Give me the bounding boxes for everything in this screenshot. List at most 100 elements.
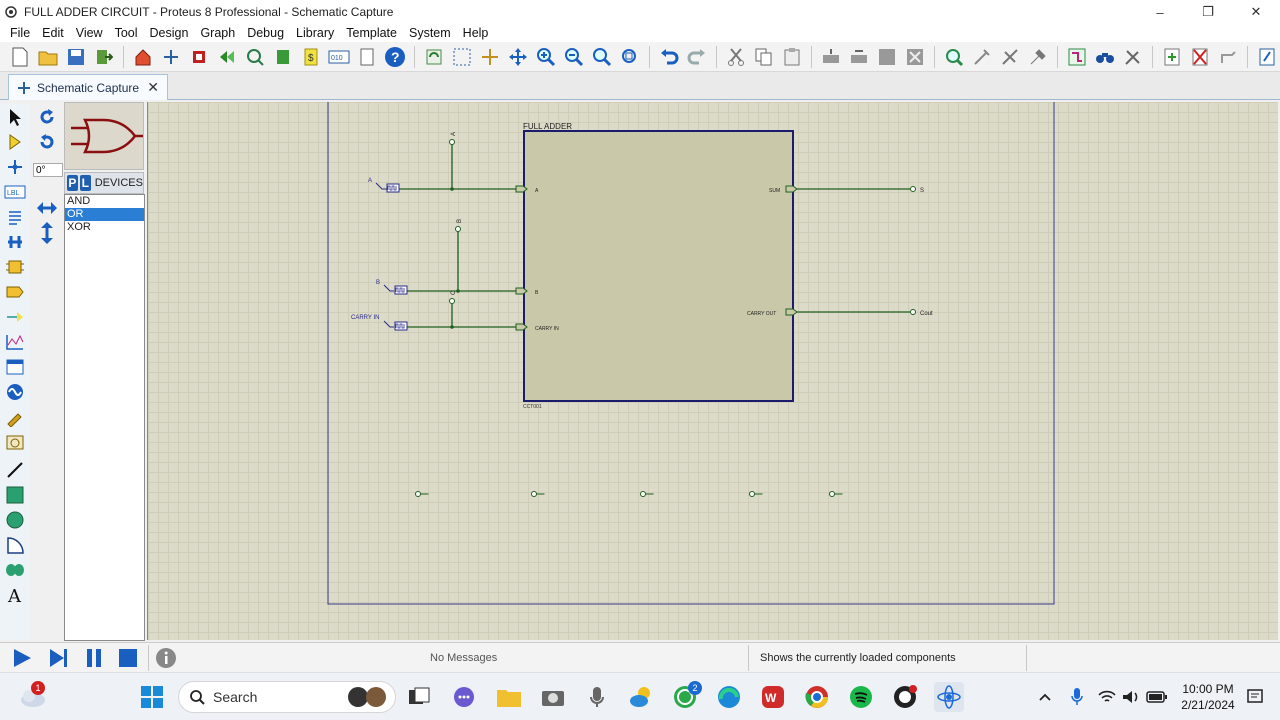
arc-mode-icon[interactable] [1,533,29,557]
source-code-icon[interactable]: 010 [327,45,351,69]
pick-device-icon[interactable] [942,45,966,69]
show-hidden-icons[interactable] [1030,682,1060,712]
gerber-icon[interactable] [243,45,267,69]
bom-icon[interactable]: $ [299,45,323,69]
rotation-angle-input[interactable] [33,163,63,177]
menu-template[interactable]: Template [340,26,403,40]
refresh-icon[interactable] [422,45,446,69]
block-rotate-icon[interactable] [875,45,899,69]
design-explorer-icon[interactable] [271,45,295,69]
maximize-button[interactable]: ❐ [1184,0,1232,24]
decompose-icon[interactable] [1026,45,1050,69]
obs-icon[interactable] [890,682,920,712]
library-manager-button[interactable]: L [79,175,91,191]
tab-close-icon[interactable]: ✕ [147,79,159,96]
task-view-icon[interactable] [404,682,434,712]
file-explorer-icon[interactable] [494,682,524,712]
pause-button[interactable] [82,647,106,669]
redo-icon[interactable] [685,45,709,69]
zoom-area-icon[interactable] [618,45,642,69]
junction-dot-icon[interactable] [1,155,29,179]
menu-design[interactable]: Design [144,26,195,40]
device-item-xor[interactable]: XOR [65,221,144,234]
notification-icon[interactable] [1240,682,1270,712]
packaging-tool-icon[interactable] [998,45,1022,69]
generator-carry-in[interactable] [383,320,408,331]
device-pins-icon[interactable] [1,305,29,329]
device-item-and[interactable]: AND [65,195,144,208]
virtual-instruments-icon[interactable] [1,430,29,454]
schematic-canvas[interactable]: FULL ADDER CCT001 A B CARRY IN SUM CARRY… [147,102,1278,640]
origin-icon[interactable] [478,45,502,69]
line-mode-icon[interactable] [1,458,29,482]
undo-icon[interactable] [657,45,681,69]
menu-tool[interactable]: Tool [109,26,144,40]
block-copy-icon[interactable] [819,45,843,69]
menu-debug[interactable]: Debug [241,26,290,40]
zoom-out-icon[interactable] [562,45,586,69]
schematic-icon[interactable] [159,45,183,69]
menu-graph[interactable]: Graph [194,26,241,40]
graph-mode-icon[interactable] [1,330,29,354]
windows-start-icon[interactable] [137,682,167,712]
box-mode-icon[interactable] [1,483,29,507]
notes-icon[interactable] [355,45,379,69]
tape-recorder-icon[interactable] [1,355,29,379]
zoom-in-icon[interactable] [534,45,558,69]
wire-autorouter-icon[interactable] [1065,45,1089,69]
chat-icon[interactable] [449,682,479,712]
camera-icon[interactable] [538,682,568,712]
buses-icon[interactable] [1,230,29,254]
microphone-icon[interactable] [1062,682,1092,712]
rotate-anticlockwise-icon[interactable] [33,130,61,154]
block-delete-icon[interactable] [903,45,927,69]
open-folder-icon[interactable] [36,45,60,69]
help-icon[interactable]: ? [383,45,407,69]
mirror-vertical-icon[interactable] [33,221,61,245]
proteus-taskbar-icon[interactable] [934,682,964,712]
subcircuit-icon[interactable] [1,255,29,279]
wire-label-icon[interactable]: LBL [1,180,29,204]
home-icon[interactable] [131,45,155,69]
make-device-icon[interactable] [970,45,994,69]
paste-icon[interactable] [780,45,804,69]
stop-button[interactable] [116,647,140,669]
menu-help[interactable]: Help [457,26,495,40]
voltage-probe-icon[interactable] [1,405,29,429]
grid-icon[interactable] [450,45,474,69]
pan-icon[interactable] [506,45,530,69]
text-script-icon[interactable] [1,205,29,229]
microphone-app-icon[interactable] [582,682,612,712]
weather-app-icon[interactable] [626,682,656,712]
play-button[interactable] [10,647,34,669]
close-button[interactable]: ✕ [1232,0,1280,24]
wps-office-icon[interactable]: W [758,682,788,712]
path-mode-icon[interactable] [1,558,29,582]
step-button[interactable] [46,647,70,669]
block-move-icon[interactable] [847,45,871,69]
new-sheet-icon[interactable] [1160,45,1184,69]
generator-b[interactable] [383,284,408,295]
menu-system[interactable]: System [403,26,457,40]
component-mode-icon[interactable] [1,130,29,154]
terminals-icon[interactable] [1,280,29,304]
menu-file[interactable]: File [4,26,36,40]
system-clock[interactable]: 10:00 PM 2/21/2024 [1176,681,1240,713]
device-item-or[interactable]: OR [65,208,144,221]
chrome-icon[interactable] [802,682,832,712]
menu-view[interactable]: View [70,26,109,40]
search-tag-icon[interactable] [1093,45,1117,69]
tab-schematic-capture[interactable]: Schematic Capture ✕ [8,74,168,100]
import-icon[interactable] [92,45,116,69]
rotate-clockwise-icon[interactable] [33,105,61,129]
remove-sheet-icon[interactable] [1188,45,1212,69]
messages-status[interactable]: No Messages [430,652,497,664]
generator-mode-icon[interactable] [1,380,29,404]
copy-icon[interactable] [752,45,776,69]
selection-mode-icon[interactable] [1,105,29,129]
mirror-horizontal-icon[interactable] [33,196,61,220]
property-assignment-icon[interactable] [1121,45,1145,69]
battery-icon[interactable] [1142,682,1172,712]
edge-icon[interactable] [714,682,744,712]
generator-a[interactable] [375,182,400,193]
